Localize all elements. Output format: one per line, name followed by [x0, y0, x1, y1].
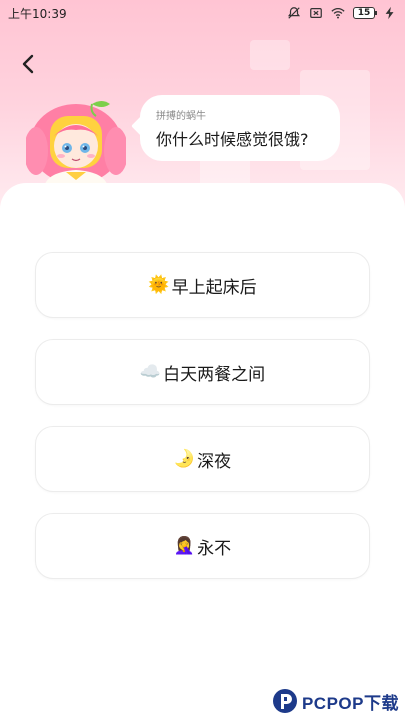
option-label: 早上起床后: [171, 277, 257, 298]
no-sim-icon: [310, 8, 322, 18]
status-bar: 上午10:39 15: [0, 0, 405, 26]
option-between-meals-button[interactable]: ☁️ 白天两餐之间: [35, 339, 370, 405]
option-late-night-button[interactable]: 🌛 深夜: [35, 426, 370, 492]
facepalm-icon: 🤦‍♀️: [173, 536, 196, 556]
lightning-icon: [385, 6, 394, 20]
back-button[interactable]: [14, 50, 42, 78]
moon-icon: 🌛: [173, 449, 196, 469]
question-bubble: 拼搏的蜗牛 你什么时候感觉很饿?: [140, 95, 340, 161]
cloud-icon: ☁️: [139, 362, 162, 382]
battery-icon: 15: [353, 7, 377, 19]
option-label: 永不: [197, 538, 232, 559]
option-morning-button[interactable]: 🌞 早上起床后: [35, 252, 370, 318]
question-author: 拼搏的蜗牛: [156, 111, 206, 122]
watermark-text: PCPOP下载: [301, 693, 399, 713]
status-time: 上午10:39: [8, 6, 67, 21]
bell-off-icon: [287, 7, 301, 19]
question-text: 你什么时候感觉很饿?: [156, 130, 309, 149]
option-label: 深夜: [197, 451, 232, 472]
mascot-avatar: [26, 101, 126, 188]
pcpop-logo-icon: [272, 689, 297, 713]
sun-icon: 🌞: [148, 275, 170, 295]
option-label: 白天两餐之间: [163, 364, 266, 385]
answer-options: 🌞 早上起床后 ☁️ 白天两餐之间 🌛 深夜 🤦‍♀️ 永不: [35, 252, 370, 600]
option-never-button[interactable]: 🤦‍♀️ 永不: [35, 513, 370, 579]
wifi-icon: [331, 7, 345, 19]
watermark: PCPOP下载: [272, 688, 399, 714]
chevron-left-icon: [22, 54, 34, 74]
